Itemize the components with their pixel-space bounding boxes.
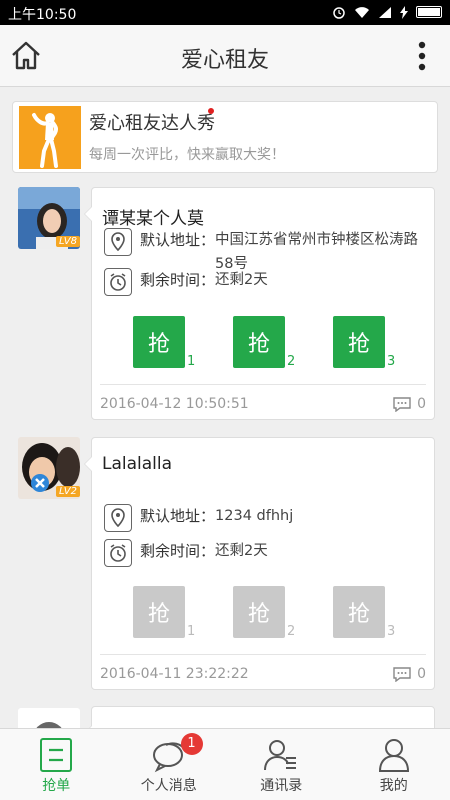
tab-label: 个人消息 [140, 778, 197, 794]
comment-icon [393, 396, 411, 412]
time-label: 剩余时间： [140, 271, 216, 289]
tab-grab-orders[interactable]: 抢单 [0, 729, 113, 800]
address-label: 默认地址： [140, 231, 216, 249]
battery-icon [416, 6, 442, 18]
location-pin-icon [104, 228, 132, 256]
new-dot-badge [208, 108, 214, 114]
post-avatar[interactable]: LV8 [18, 187, 80, 249]
grab-button-3[interactable]: 抢 [333, 586, 385, 638]
grab-number: 2 [287, 354, 296, 369]
tab-profile[interactable]: 我的 [338, 729, 450, 800]
grab-number: 3 [387, 624, 396, 639]
tab-contacts[interactable]: 通讯录 [225, 729, 338, 800]
comment-count[interactable]: 0 [393, 396, 426, 412]
divider [100, 384, 426, 385]
status-time: 上午10:50 [8, 7, 77, 23]
grab-button-2[interactable]: 抢 [233, 316, 285, 368]
comment-count-value: 0 [417, 396, 426, 412]
bottom-tab-bar: 抢单 1 个人消息 通讯录 我的 [0, 728, 450, 800]
grab-number: 2 [287, 624, 296, 639]
contacts-icon [264, 740, 297, 771]
user-icon [378, 739, 409, 772]
order-list-icon [40, 738, 73, 772]
post-card[interactable]: Lalalalla 默认地址： 1234 dfhhj 剩余时间： 还剩2天 抢 … [84, 437, 435, 690]
post-avatar[interactable] [18, 708, 80, 728]
post-date: 2016-04-11 23:22:22 [100, 666, 249, 682]
grab-button-2[interactable]: 抢 [233, 586, 285, 638]
grab-number: 1 [187, 624, 196, 639]
post-card[interactable]: 谭某某个人莫 默认地址： 中国江苏省常州市钟楼区松涛路58号 剩余时间： 还剩2… [84, 187, 435, 420]
grab-button-1[interactable]: 抢 [133, 316, 185, 368]
page-title: 爱心租友 [180, 48, 269, 73]
tab-label: 通讯录 [260, 778, 303, 794]
address-row: 默认地址： 1234 dfhhj [104, 504, 427, 532]
alarm-clock-icon [104, 268, 132, 296]
post-avatar[interactable]: LV2 [18, 437, 80, 499]
more-menu-icon[interactable] [418, 41, 426, 71]
time-row: 剩余时间： 还剩2天 [104, 268, 427, 296]
time-value: 还剩2天 [215, 543, 268, 559]
level-badge: LV2 [55, 486, 80, 497]
time-value: 还剩2天 [215, 272, 268, 288]
level-badge: LV8 [55, 236, 80, 247]
divider [100, 654, 426, 655]
post-date: 2016-04-12 10:50:51 [100, 396, 249, 412]
app-header: 爱心租友 [0, 25, 450, 87]
time-row: 剩余时间： 还剩2天 [104, 539, 427, 567]
alarm-clock-icon [104, 539, 132, 567]
time-label: 剩余时间： [140, 542, 216, 560]
unread-badge: 1 [180, 733, 203, 755]
grab-button-3[interactable]: 抢 [333, 316, 385, 368]
status-bar: 上午10:50 [0, 0, 450, 25]
tab-messages[interactable]: 1 个人消息 [113, 729, 226, 800]
address-value: 1234 dfhhj [215, 508, 294, 524]
promo-banner[interactable]: 爱心租友达人秀 每周一次评比，快来赢取大奖！ [12, 101, 438, 173]
post-feed[interactable]: 爱心租友达人秀 每周一次评比，快来赢取大奖！ LV8 谭某某个人莫 默认地址： … [0, 88, 450, 728]
grab-button-1[interactable]: 抢 [133, 586, 185, 638]
grab-number: 3 [387, 354, 396, 369]
avatar [18, 708, 80, 728]
grab-number: 1 [187, 354, 196, 369]
comment-count-value: 0 [417, 666, 426, 682]
tab-label: 抢单 [42, 778, 71, 794]
post-author-name: Lalalalla [102, 454, 173, 474]
post-card[interactable] [84, 706, 435, 728]
charging-icon [400, 5, 408, 19]
wifi-icon [355, 6, 369, 18]
banner-dancer-image [19, 106, 81, 169]
tab-label: 我的 [379, 778, 408, 794]
address-label: 默认地址： [140, 507, 216, 525]
post-author-name: 谭某某个人莫 [102, 209, 204, 229]
alarm-icon [333, 7, 345, 19]
banner-subtitle: 每周一次评比，快来赢取大奖！ [89, 147, 285, 163]
status-icons [332, 5, 442, 19]
banner-title: 爱心租友达人秀 [89, 113, 215, 134]
comment-icon [393, 666, 411, 682]
signal-icon [379, 6, 391, 18]
location-pin-icon [104, 504, 132, 532]
comment-count[interactable]: 0 [393, 666, 426, 682]
